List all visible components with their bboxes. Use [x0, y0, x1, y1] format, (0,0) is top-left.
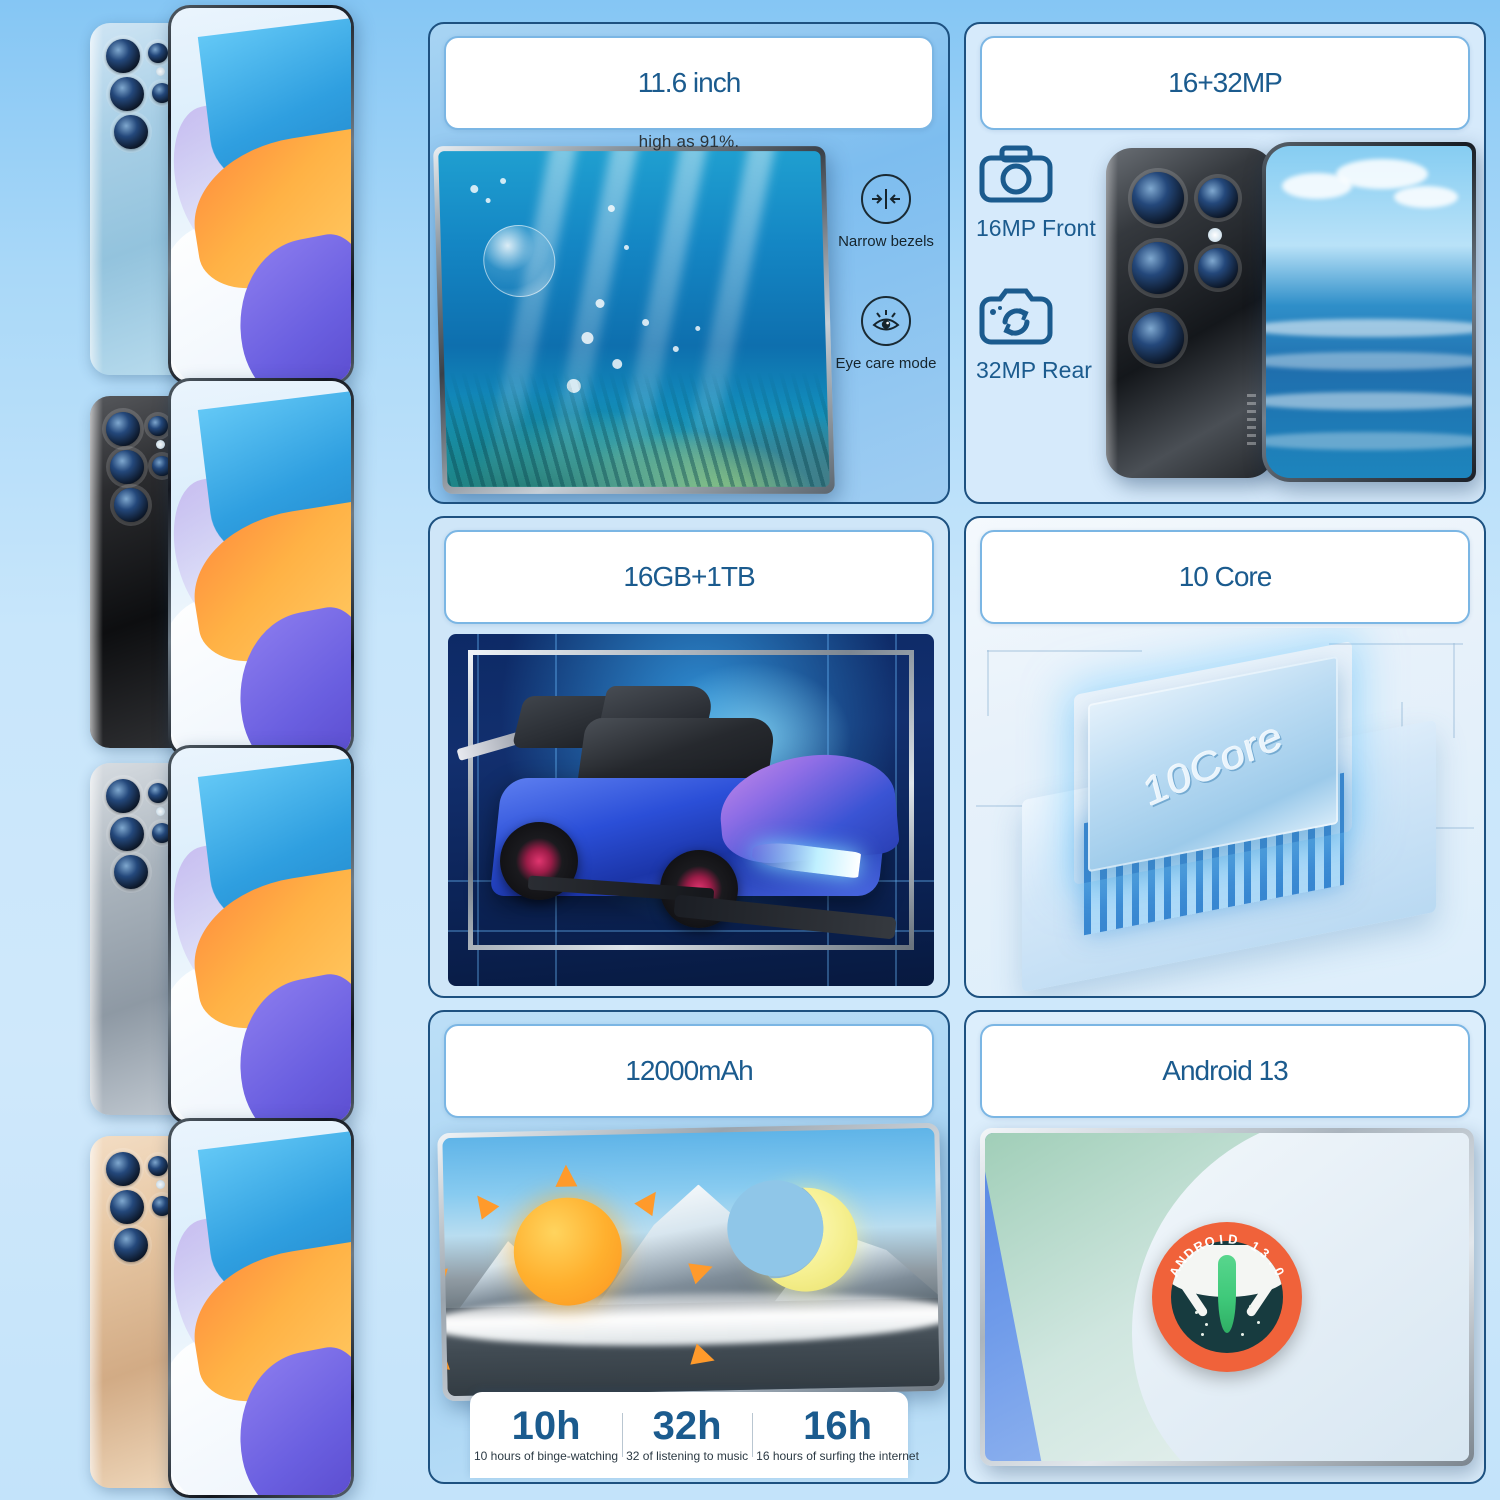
android-logo-badge: ANDROID 13.0 [1152, 1222, 1302, 1372]
camera-lens-icon [1132, 242, 1184, 294]
camera-lens-icon [148, 1156, 168, 1176]
chip-label: 10Core [1138, 711, 1287, 816]
phone-variant-light-blue[interactable] [60, 5, 360, 385]
ocean-wallpaper [1266, 146, 1472, 478]
stat-value: 10h [511, 1404, 581, 1448]
phone-front-mockup [1262, 142, 1476, 482]
camera-lens-icon [148, 416, 168, 436]
narrow-bezels-icon [861, 174, 911, 224]
battery-usage-stats: 10h 10 hours of binge-watching 32h 32 of… [470, 1392, 919, 1478]
spec-rear-camera: 32MP Rear [976, 286, 1092, 384]
panel-screen-size-badge: 11.6 inch [444, 36, 934, 130]
panel-camera[interactable]: 16+32MP 16MP Front 32MP Rear [964, 22, 1486, 504]
wallpaper [171, 381, 351, 755]
panel-storage[interactable]: 16GB+1TB [428, 516, 950, 998]
camera-spec-list: 16MP Front 32MP Rear [976, 144, 1096, 384]
camera-spec-label: 32MP Rear [976, 357, 1092, 383]
wallpaper [171, 8, 351, 382]
android-logo-inner [1171, 1241, 1283, 1353]
camera-lens-icon [110, 450, 144, 484]
phone-variant-black[interactable] [60, 378, 360, 758]
camera-lens-icon [106, 39, 140, 73]
panel-android-version[interactable]: Android 13 A N D R O I D 1 3 . 0 [964, 1010, 1486, 1484]
circuit-board-scene: 10Core [966, 628, 1484, 996]
phone-front-screen [168, 745, 354, 1125]
sun-icon [442, 1164, 718, 1377]
coral-texture [444, 372, 830, 487]
camera-lens-icon [1198, 178, 1238, 218]
camera-lens-icon [106, 1152, 140, 1186]
flash-icon [156, 440, 165, 449]
panel-camera-badge: 16+32MP [980, 36, 1470, 130]
camera-lens-icon [148, 43, 168, 63]
feature-eye-care-mode: Eye care mode [835, 296, 937, 372]
tablet-device-mockup: ANDROID 13.0 [980, 1128, 1474, 1466]
stat-value: 32h [652, 1404, 722, 1448]
panel-processor[interactable]: 10 Core 10Core [964, 516, 1486, 998]
phone-variant-gold[interactable] [60, 1118, 360, 1498]
tablet-device-mockup [437, 1122, 945, 1402]
feature-label: Eye care mode [835, 355, 937, 372]
stat-description: 16 hours of surfing the internet [756, 1449, 919, 1463]
camera-lens-icon [1132, 172, 1184, 224]
panel-screen-size[interactable]: 11.6 inch high as 91%. Narrow bezels Eye… [428, 22, 950, 504]
panel-android-badge: Android 13 [980, 1024, 1470, 1118]
stat-description: 32 of listening to music [626, 1449, 749, 1463]
camera-lens-icon [1198, 248, 1238, 288]
panel-processor-badge: 10 Core [980, 530, 1470, 624]
android-wallpaper: ANDROID 13.0 [985, 1133, 1469, 1461]
spec-front-camera: 16MP Front [976, 144, 1096, 242]
race-car-graphic [456, 682, 901, 962]
flash-icon [156, 67, 165, 76]
screen-feature-list: Narrow bezels Eye care mode [832, 174, 940, 372]
camera-lens-icon [114, 115, 148, 149]
cropped-caption: high as 91%. [638, 132, 740, 151]
speaker-grill [1247, 394, 1256, 448]
camera-spec-label: 16MP Front [976, 215, 1096, 241]
camera-lens-icon [114, 855, 148, 889]
phone-variant-gray[interactable] [60, 745, 360, 1125]
gaming-scene [448, 634, 934, 986]
phone-front-screen [168, 5, 354, 385]
camera-lens-icon [106, 779, 140, 813]
mountain-wallpaper [442, 1127, 940, 1397]
camera-lens-icon [110, 817, 144, 851]
flash-icon [156, 807, 165, 816]
panel-battery[interactable]: 12000mAh 10h 10 hours of binge-watching … [428, 1010, 950, 1484]
camera-lens-icon [148, 783, 168, 803]
feature-panel-grid: 11.6 inch high as 91%. Narrow bezels Eye… [428, 22, 1486, 1484]
camera-front-icon [976, 144, 1096, 211]
camera-lens-icon [110, 77, 144, 111]
camera-lens-icon [1132, 312, 1184, 364]
eye-care-icon [860, 296, 911, 346]
feature-label: Narrow bezels [838, 233, 934, 250]
battery-stat-item: 10h 10 hours of binge-watching [470, 1401, 622, 1469]
phone-front-screen [168, 1118, 354, 1498]
camera-rear-icon [976, 286, 1092, 353]
stat-description: 10 hours of binge-watching [474, 1449, 619, 1463]
camera-lens-icon [114, 1228, 148, 1262]
wallpaper [171, 1121, 351, 1495]
phone-front-screen [168, 378, 354, 758]
battery-stat-item: 16h 16 hours of surfing the internet [752, 1401, 923, 1469]
android-bugdroid-icon [1218, 1255, 1236, 1333]
camera-module [1128, 172, 1246, 372]
phone-rear-mockup [1106, 148, 1274, 478]
battery-stat-item: 32h 32 of listening to music [622, 1401, 752, 1469]
tablet-device-mockup [433, 146, 835, 494]
wallpaper [171, 748, 351, 1122]
panel-storage-badge: 16GB+1TB [444, 530, 934, 624]
phone-color-variants-column [0, 0, 400, 1500]
camera-lens-icon [110, 1190, 144, 1224]
camera-lens-icon [106, 412, 140, 446]
stat-value: 16h [803, 1404, 873, 1448]
feature-narrow-bezels: Narrow bezels [838, 174, 934, 250]
camera-lens-icon [114, 488, 148, 522]
panel-battery-badge: 12000mAh [444, 1024, 934, 1118]
flash-icon [156, 1180, 165, 1189]
flash-icon [1208, 228, 1222, 242]
underwater-wallpaper [438, 151, 830, 487]
car-front-splitter [673, 894, 897, 940]
